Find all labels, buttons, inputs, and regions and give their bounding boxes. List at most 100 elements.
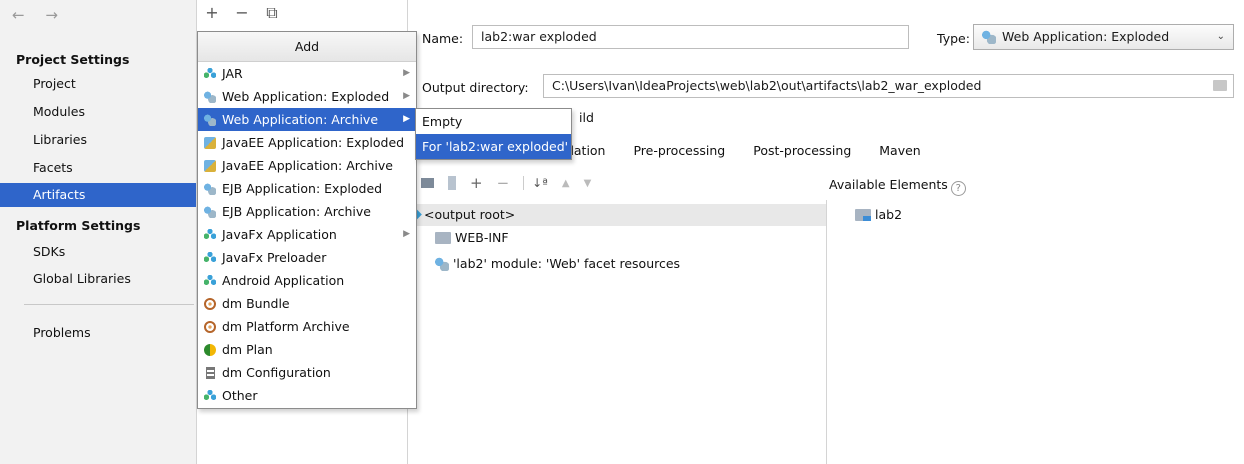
add-menu-item[interactable]: EJB Application: Archive: [198, 200, 416, 223]
include-in-build-label[interactable]: ild: [579, 110, 594, 125]
add-menu-item-label: Web Application: Exploded: [222, 89, 390, 104]
available-elements-header: Available Elements?: [829, 177, 966, 196]
web-archive-submenu: Empty For 'lab2:war exploded': [415, 108, 572, 160]
lab2-label: lab2: [875, 207, 903, 222]
add-menu-item-label: JavaFx Preloader: [222, 250, 327, 265]
bundle-icon: [204, 298, 216, 310]
available-elements-label: Available Elements: [829, 177, 948, 192]
tab-post-processing[interactable]: Post-processing: [753, 143, 851, 158]
add-menu-item[interactable]: dm Bundle: [198, 292, 416, 315]
back-forward-arrows[interactable]: ← →: [12, 6, 66, 24]
submenu-item-for-lab2[interactable]: For 'lab2:war exploded': [416, 134, 571, 159]
tab-pre-processing[interactable]: Pre-processing: [633, 143, 725, 158]
diamonds-icon: [204, 390, 216, 402]
name-field[interactable]: lab2:war exploded: [472, 25, 909, 49]
web-icon: [204, 183, 216, 195]
add-menu-item-label: EJB Application: Archive: [222, 204, 371, 219]
artifact-toolbar: + − ⧉: [205, 3, 279, 23]
folder-icon: [435, 231, 451, 244]
project-settings-title: Project Settings: [16, 52, 130, 67]
add-menu-item[interactable]: JavaEE Application: Exploded: [198, 131, 416, 154]
sidebar-divider: [24, 304, 194, 305]
sidebar-item-project[interactable]: Project: [0, 72, 196, 96]
sidebar-item-artifacts[interactable]: Artifacts: [0, 183, 196, 207]
add-menu-item[interactable]: JavaEE Application: Archive: [198, 154, 416, 177]
sidebar-item-global-libraries[interactable]: Global Libraries: [0, 267, 196, 291]
add-menu-item[interactable]: dm Plan: [198, 338, 416, 361]
javaee-icon: [204, 137, 216, 149]
type-value: Web Application: Exploded: [1002, 29, 1170, 44]
new-directory-icon[interactable]: [421, 178, 434, 188]
web-icon: [204, 91, 216, 103]
editor-tabs: lidation Pre-processing Post-processing …: [559, 143, 921, 158]
facet-resources-label: 'lab2' module: 'Web' facet resources: [453, 256, 681, 271]
sort-icon[interactable]: ↓ª: [523, 176, 548, 190]
sidebar-item-facets[interactable]: Facets: [0, 156, 196, 180]
add-menu-title: Add: [198, 32, 416, 62]
module-folder-icon: [855, 208, 871, 221]
add-menu-item[interactable]: Android Application: [198, 269, 416, 292]
plan-icon: [204, 344, 216, 356]
sidebar-item-modules[interactable]: Modules: [0, 100, 196, 124]
available-item-lab2[interactable]: lab2: [855, 207, 902, 222]
add-menu-item[interactable]: dm Configuration: [198, 361, 416, 384]
add-menu-items: JAR ▶ Web Application: Exploded ▶ Web Applic…: [198, 62, 416, 407]
web-icon: [204, 206, 216, 218]
add-menu-item[interactable]: JAR ▶: [198, 62, 416, 85]
add-menu-item[interactable]: EJB Application: Exploded: [198, 177, 416, 200]
add-menu-item-label: EJB Application: Exploded: [222, 181, 383, 196]
tree-item-facet-resources[interactable]: 'lab2' module: 'Web' facet resources: [435, 256, 680, 271]
chevron-down-icon: ⌄: [1216, 31, 1225, 42]
sidebar-item-libraries[interactable]: Libraries: [0, 128, 196, 152]
move-up-icon[interactable]: ▲: [562, 178, 570, 189]
add-menu-item[interactable]: JavaFx Preloader: [198, 246, 416, 269]
remove-artifact-button[interactable]: −: [235, 3, 249, 23]
add-menu-item-label: Web Application: Archive: [222, 112, 379, 127]
web-icon: [204, 114, 216, 126]
output-directory-field[interactable]: C:\Users\Ivan\IdeaProjects\web\lab2\out\…: [543, 74, 1234, 98]
artifact-editor: Name: lab2:war exploded Type: Web Applic…: [409, 0, 1244, 464]
tree-item-web-inf[interactable]: WEB-INF: [435, 230, 509, 245]
add-menu-item[interactable]: JavaFx Application ▶: [198, 223, 416, 246]
add-element-icon[interactable]: +: [470, 174, 483, 192]
add-menu-item-label: Other: [222, 388, 258, 403]
copy-artifact-button[interactable]: ⧉: [265, 3, 279, 23]
type-dropdown[interactable]: Web Application: Exploded ⌄: [973, 24, 1234, 50]
diamonds-icon: [204, 229, 216, 241]
diamonds-icon: [204, 252, 216, 264]
output-directory-value: C:\Users\Ivan\IdeaProjects\web\lab2\out\…: [552, 78, 982, 93]
settings-sidebar: ← → Project Settings Project Modules Lib…: [0, 0, 197, 464]
javaee-icon: [204, 160, 216, 172]
archive-icon[interactable]: [448, 176, 456, 190]
config-icon: [206, 367, 215, 379]
tab-maven[interactable]: Maven: [879, 143, 920, 158]
add-artifact-menu: Add JAR ▶ Web Application: Exploded ▶ Web Ap…: [197, 31, 417, 409]
add-menu-item-label: dm Configuration: [222, 365, 331, 380]
add-menu-item[interactable]: Web Application: Archive ▶: [198, 108, 416, 131]
add-menu-item-label: dm Bundle: [222, 296, 290, 311]
add-artifact-button[interactable]: +: [205, 3, 219, 23]
remove-element-icon[interactable]: −: [497, 174, 510, 192]
add-menu-item-label: JAR: [222, 66, 243, 81]
tree-item-output-root[interactable]: <output root>: [409, 207, 516, 222]
submenu-item-empty[interactable]: Empty: [416, 109, 571, 134]
bundle-icon: [204, 321, 216, 333]
platform-settings-title: Platform Settings: [16, 218, 141, 233]
sidebar-item-sdks[interactable]: SDKs: [0, 240, 196, 264]
add-menu-item[interactable]: Web Application: Exploded ▶: [198, 85, 416, 108]
diamonds-icon: [204, 68, 216, 80]
folder-browse-icon[interactable]: [1213, 80, 1227, 91]
diamonds-icon: [204, 275, 216, 287]
name-label: Name:: [422, 31, 464, 46]
add-menu-item[interactable]: Other: [198, 384, 416, 407]
add-menu-item-label: dm Plan: [222, 342, 273, 357]
panel-splitter[interactable]: [826, 200, 827, 464]
web-inf-label: WEB-INF: [455, 230, 509, 245]
output-root-label: <output root>: [424, 207, 516, 222]
help-icon[interactable]: ?: [950, 181, 966, 196]
move-down-icon[interactable]: ▼: [584, 178, 592, 189]
add-menu-item[interactable]: dm Platform Archive: [198, 315, 416, 338]
sidebar-item-problems[interactable]: Problems: [0, 321, 196, 345]
submenu-arrow-icon: ▶: [403, 114, 410, 124]
web-app-icon: [982, 30, 996, 44]
